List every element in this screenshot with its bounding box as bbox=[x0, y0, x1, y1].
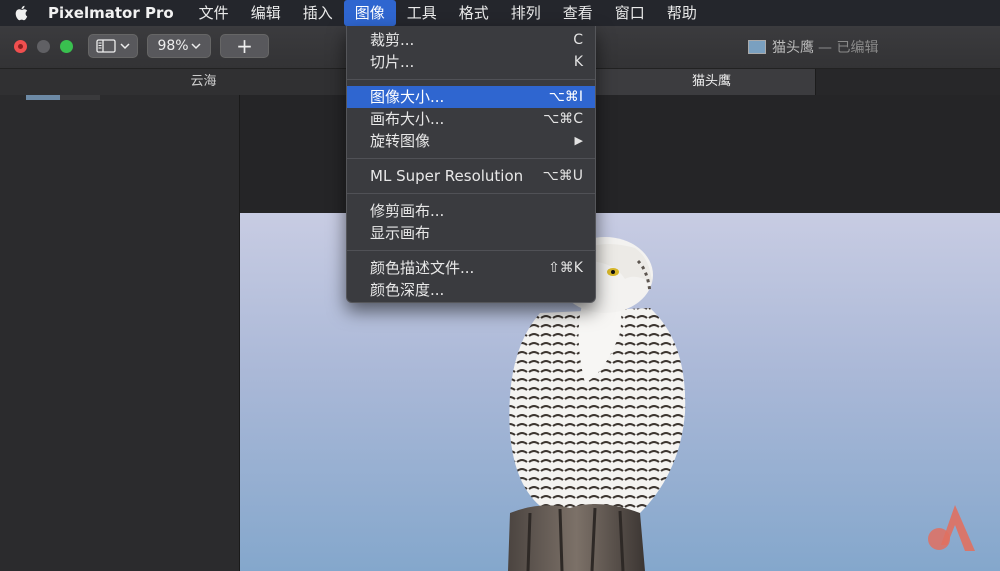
layer-thumbnail[interactable] bbox=[26, 95, 60, 100]
menu-item-trim-canvas[interactable]: 修剪画布... bbox=[347, 200, 595, 222]
menu-item-label: 切片... bbox=[370, 53, 415, 71]
menu-item-reveal-canvas[interactable]: 显示画布 bbox=[347, 222, 595, 244]
menu-item-shortcut: ⌥⌘I bbox=[548, 89, 583, 105]
submenu-arrow-icon: ▶ bbox=[574, 134, 583, 147]
menu-item-ml-super-resolution[interactable]: ML Super Resolution ⌥⌘U bbox=[347, 165, 595, 187]
document-thumbnail-icon bbox=[748, 40, 766, 54]
sidebar-toggle-button[interactable] bbox=[88, 34, 138, 58]
plus-icon: + bbox=[236, 34, 253, 58]
layer-row[interactable] bbox=[60, 95, 100, 100]
menu-item-label: 颜色深度... bbox=[370, 281, 445, 299]
menu-item-label: 修剪画布... bbox=[370, 202, 445, 220]
document-title: 猫头鹰 — 已编辑 bbox=[748, 37, 878, 57]
menu-item-label: ML Super Resolution bbox=[370, 167, 524, 185]
tab-bar-empty bbox=[816, 69, 1000, 95]
menu-file[interactable]: 文件 bbox=[188, 0, 240, 26]
add-button[interactable]: + bbox=[220, 34, 269, 58]
menu-bar: Pixelmator Pro 文件 编辑 插入 图像 工具 格式 排列 查看 窗… bbox=[0, 0, 1000, 26]
zoom-level-value: 98% bbox=[157, 38, 189, 54]
chevron-down-icon bbox=[191, 43, 201, 50]
menu-item-label: 画布大小... bbox=[370, 110, 445, 128]
menu-item-color-profile[interactable]: 颜色描述文件... ⇧⌘K bbox=[347, 257, 595, 279]
menu-item-color-depth[interactable]: 颜色深度... bbox=[347, 279, 595, 301]
chevron-down-icon bbox=[120, 43, 130, 50]
menu-item-label: 裁剪... bbox=[370, 31, 415, 49]
menu-edit[interactable]: 编辑 bbox=[240, 0, 292, 26]
maximize-window-button[interactable] bbox=[60, 40, 73, 53]
minimize-window-button[interactable] bbox=[37, 40, 50, 53]
image-menu-dropdown: 裁剪... C 切片... K 图像大小... ⌥⌘I 画布大小... ⌥⌘C … bbox=[346, 26, 596, 303]
menu-separator bbox=[347, 193, 595, 194]
zoom-level-dropdown[interactable]: 98% bbox=[147, 34, 211, 58]
menu-format[interactable]: 格式 bbox=[448, 0, 500, 26]
menu-item-shortcut: K bbox=[573, 54, 583, 70]
menu-view[interactable]: 查看 bbox=[552, 0, 604, 26]
menu-item-label: 图像大小... bbox=[370, 88, 445, 106]
layers-sidebar bbox=[0, 95, 240, 571]
app-name-menu[interactable]: Pixelmator Pro bbox=[48, 4, 174, 22]
menu-item-label: 颜色描述文件... bbox=[370, 259, 475, 277]
sidebar-toggle-icon bbox=[96, 39, 116, 53]
menu-item-label: 显示画布 bbox=[370, 224, 431, 242]
apple-icon bbox=[15, 5, 28, 21]
menu-arrange[interactable]: 排列 bbox=[500, 0, 552, 26]
menu-item-image-size[interactable]: 图像大小... ⌥⌘I bbox=[347, 86, 595, 108]
menu-tools[interactable]: 工具 bbox=[396, 0, 448, 26]
menu-insert[interactable]: 插入 bbox=[292, 0, 344, 26]
menu-window[interactable]: 窗口 bbox=[604, 0, 656, 26]
menu-image[interactable]: 图像 bbox=[343, 0, 396, 26]
menu-item-shortcut: ⌥⌘C bbox=[543, 111, 583, 127]
close-window-button[interactable] bbox=[14, 40, 27, 53]
menu-item-crop[interactable]: 裁剪... C bbox=[347, 29, 595, 51]
watermark-logo bbox=[928, 505, 975, 551]
menu-item-shortcut: ⇧⌘K bbox=[548, 260, 583, 276]
menu-item-rotate-image[interactable]: 旋转图像 ▶ bbox=[347, 130, 595, 152]
menu-item-shortcut: ⌥⌘U bbox=[542, 168, 583, 184]
menu-item-canvas-size[interactable]: 画布大小... ⌥⌘C bbox=[347, 108, 595, 130]
document-status: — 已编辑 bbox=[818, 40, 879, 56]
menu-item-slice[interactable]: 切片... K bbox=[347, 51, 595, 73]
menu-item-shortcut: C bbox=[573, 32, 583, 48]
menu-separator bbox=[347, 79, 595, 80]
menu-separator bbox=[347, 250, 595, 251]
tab-owl-label: 猫头鹰 bbox=[691, 74, 731, 89]
apple-menu[interactable] bbox=[14, 4, 48, 22]
document-name: 猫头鹰 bbox=[772, 40, 814, 56]
menu-help[interactable]: 帮助 bbox=[656, 0, 708, 26]
menu-separator bbox=[347, 158, 595, 159]
menu-item-label: 旋转图像 bbox=[370, 132, 431, 150]
